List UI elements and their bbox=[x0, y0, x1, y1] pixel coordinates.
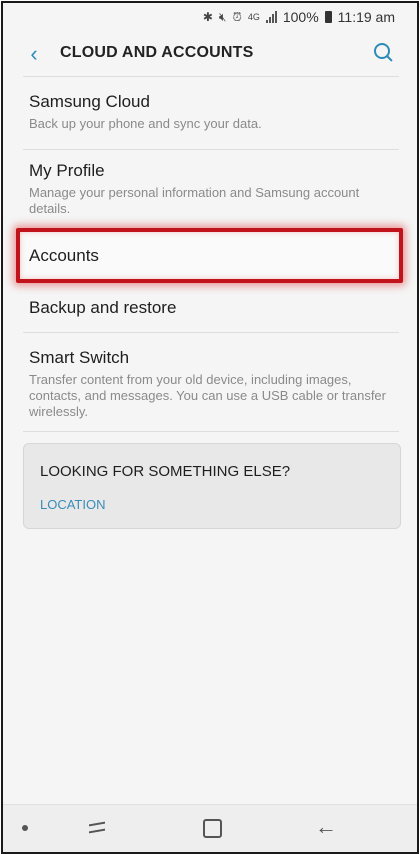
status-bar: ✱ 🔇︎ ⏰︎ 4G 100% 11:19 am bbox=[3, 3, 417, 31]
divider bbox=[23, 431, 399, 432]
item-title: Backup and restore bbox=[29, 298, 177, 317]
divider bbox=[23, 76, 399, 77]
card-heading: LOOKING FOR SOMETHING ELSE? bbox=[40, 463, 291, 480]
item-title: My Profile bbox=[29, 161, 105, 180]
search-icon[interactable] bbox=[373, 42, 395, 64]
page-title: CLOUD AND ACCOUNTS bbox=[60, 44, 254, 61]
signal-icon bbox=[265, 11, 277, 23]
navigation-bar: ← bbox=[3, 804, 417, 852]
list-item-backup-restore[interactable]: Backup and restore bbox=[29, 298, 389, 318]
item-subtitle: Manage your personal information and Sam… bbox=[29, 185, 360, 216]
network-type: 4G bbox=[247, 12, 260, 22]
chevron-left-icon[interactable]: ‹ bbox=[23, 43, 45, 65]
list-item-samsung-cloud[interactable]: Samsung Cloud Back up your phone and syn… bbox=[29, 92, 389, 132]
item-title: Accounts bbox=[29, 246, 99, 265]
phone-screen: ✱ 🔇︎ ⏰︎ 4G 100% 11:19 am ‹ CLOUD AND ACC… bbox=[1, 1, 419, 854]
battery-percent: 100% bbox=[282, 9, 319, 25]
clock: 11:19 am bbox=[337, 9, 395, 25]
item-title: Samsung Cloud bbox=[29, 92, 150, 111]
suggestion-card: LOOKING FOR SOMETHING ELSE? LOCATION bbox=[23, 443, 401, 529]
back-arrow-icon[interactable]: ← bbox=[315, 816, 337, 838]
list-item-smart-switch[interactable]: Smart Switch Transfer content from your … bbox=[29, 348, 389, 420]
list-item-accounts[interactable]: Accounts bbox=[29, 246, 389, 266]
home-icon[interactable] bbox=[203, 819, 222, 838]
item-title: Smart Switch bbox=[29, 348, 130, 367]
battery-icon bbox=[324, 11, 332, 23]
dot-icon[interactable] bbox=[22, 825, 28, 831]
divider bbox=[23, 149, 399, 150]
list-item-my-profile[interactable]: My Profile Manage your personal informat… bbox=[29, 161, 389, 217]
bluetooth-icon: ✱ bbox=[202, 10, 213, 24]
item-subtitle: Back up your phone and sync your data. bbox=[29, 116, 262, 131]
mute-icon: 🔇︎ bbox=[218, 9, 227, 24]
alarm-icon: ⏰︎ bbox=[232, 9, 242, 24]
divider bbox=[23, 332, 399, 333]
recent-apps-icon[interactable] bbox=[89, 821, 105, 835]
location-link[interactable]: LOCATION bbox=[40, 497, 106, 512]
item-subtitle: Transfer content from your old device, i… bbox=[29, 372, 386, 419]
app-bar: ‹ CLOUD AND ACCOUNTS bbox=[3, 31, 417, 77]
